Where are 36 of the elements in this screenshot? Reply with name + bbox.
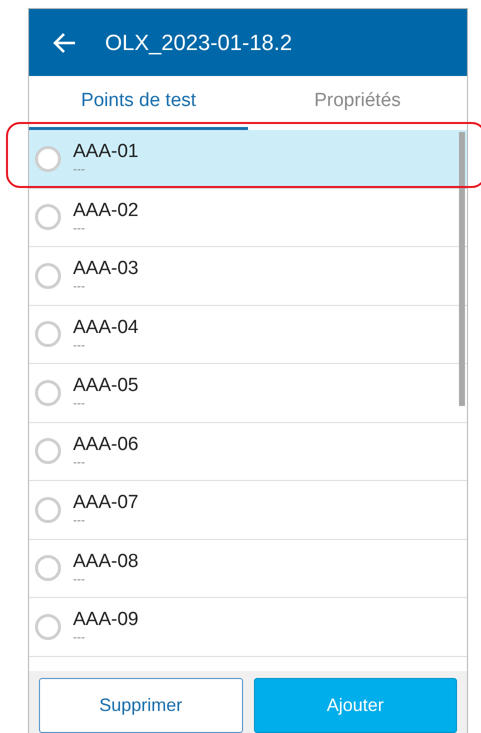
list-item[interactable]: AAA-02 ---	[29, 188, 467, 247]
point-name: AAA-06	[73, 434, 138, 456]
point-detail: ---	[73, 456, 86, 468]
point-detail: ---	[73, 163, 86, 176]
point-detail: ---	[73, 572, 86, 585]
point-name: AAA-09	[73, 610, 138, 632]
radio-button[interactable]	[35, 380, 61, 406]
list-item[interactable]: AAA-06 ---	[29, 422, 467, 481]
point-name: AAA-02	[73, 200, 138, 222]
point-detail: ---	[73, 631, 86, 644]
point-detail: ---	[73, 338, 86, 351]
radio-button[interactable]	[35, 438, 61, 464]
point-name: AAA-01	[73, 142, 138, 164]
point-name: AAA-08	[73, 552, 138, 573]
screen-title: OLX_2023-01-18.2	[105, 29, 292, 57]
radio-button[interactable]	[35, 204, 61, 230]
point-detail: ---	[73, 222, 86, 234]
list-item[interactable]: AAA-08 ---	[29, 540, 467, 598]
point-name: AAA-04	[73, 318, 138, 339]
point-detail: ---	[73, 514, 86, 526]
point-detail: ---	[73, 280, 86, 292]
radio-button[interactable]	[35, 555, 61, 582]
radio-button[interactable]	[35, 614, 61, 640]
point-name: AAA-05	[73, 376, 138, 398]
point-name: AAA-03	[73, 259, 138, 280]
back-icon[interactable]	[53, 32, 77, 54]
list-item[interactable]: AAA-01 ---	[29, 130, 467, 188]
radio-button[interactable]	[35, 262, 61, 289]
radio-button[interactable]	[35, 496, 61, 523]
radio-button[interactable]	[35, 146, 61, 172]
radio-button[interactable]	[35, 321, 61, 348]
list-item[interactable]: AAA-04 ---	[29, 306, 467, 364]
scrollbar[interactable]	[459, 132, 465, 406]
delete-button[interactable]: Supprimer	[39, 678, 242, 733]
point-detail: ---	[73, 397, 86, 410]
point-name: AAA-07	[73, 493, 138, 514]
